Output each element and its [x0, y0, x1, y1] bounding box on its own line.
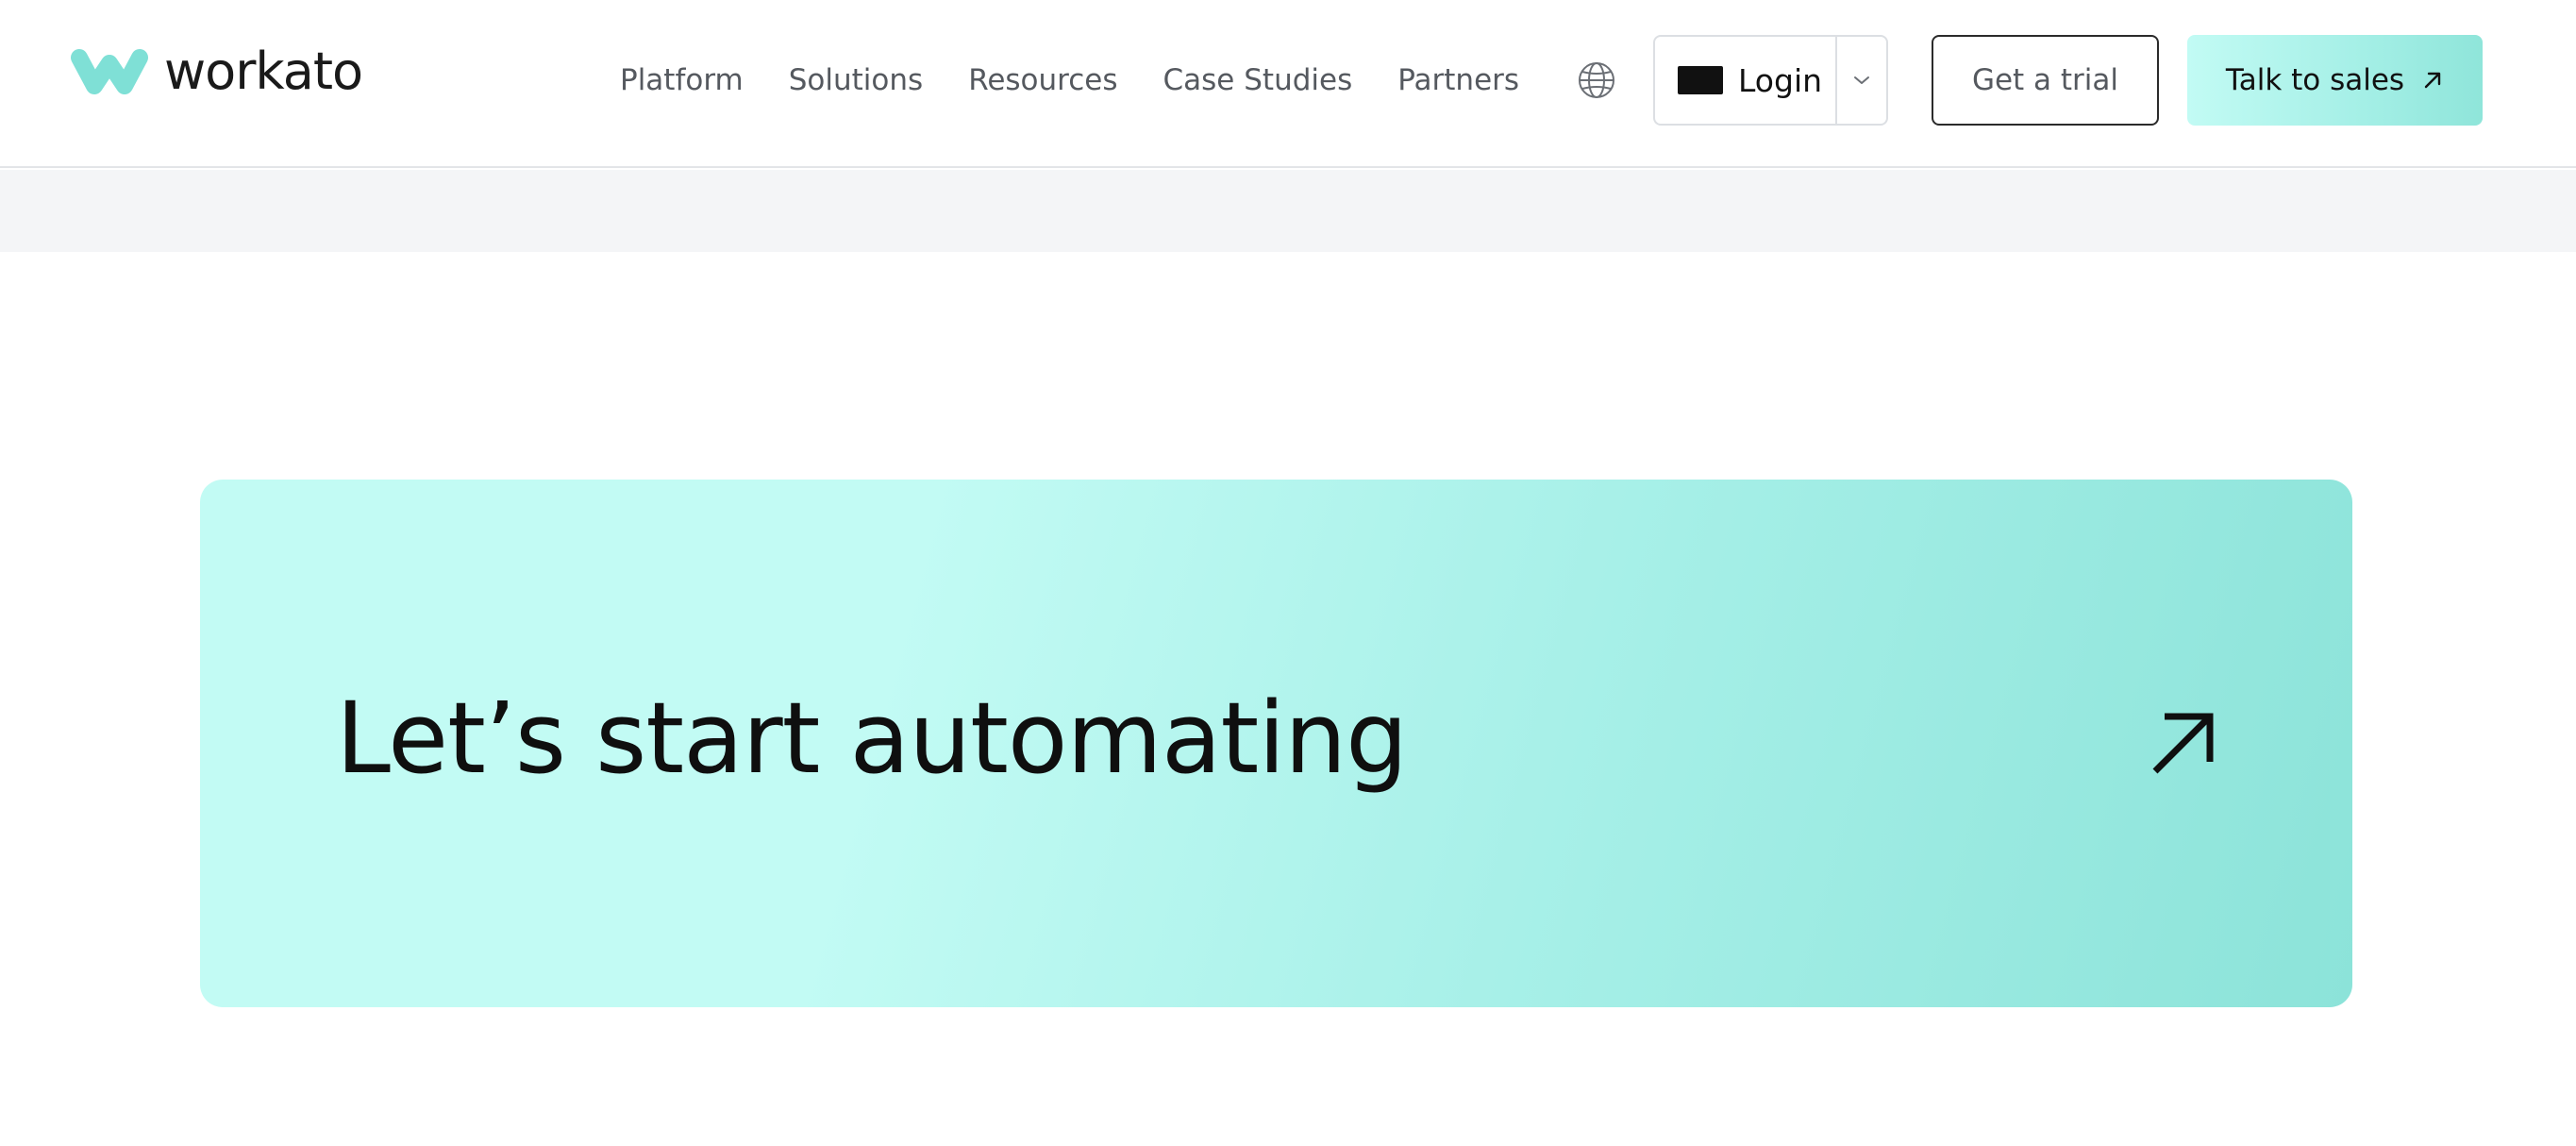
chevron-down-icon — [1854, 76, 1869, 84]
site-header: workato Platform Solutions Resources Cas… — [0, 0, 2576, 168]
cta-title: Let’s start automating — [336, 681, 1408, 796]
start-automating-cta[interactable]: Let’s start automating — [200, 480, 2352, 1007]
workato-logo[interactable]: workato — [70, 42, 363, 102]
login-button[interactable]: Login — [1655, 37, 1837, 124]
nav-solutions[interactable]: Solutions — [789, 63, 923, 97]
logo-wordmark: workato — [164, 42, 363, 101]
login-control: Login — [1653, 35, 1888, 126]
talk-to-sales-button[interactable]: Talk to sales — [2187, 35, 2483, 126]
login-label: Login — [1738, 61, 1823, 99]
globe-icon[interactable] — [1577, 60, 1616, 100]
talk-to-sales-label: Talk to sales — [2225, 63, 2405, 97]
workato-logo-icon — [71, 49, 148, 94]
nav-resources[interactable]: Resources — [968, 63, 1117, 97]
login-dropdown-toggle[interactable] — [1837, 37, 1886, 124]
nav-partners[interactable]: Partners — [1397, 63, 1519, 97]
main-nav: Platform Solutions Resources Case Studie… — [620, 59, 1519, 102]
arrow-up-right-icon — [2424, 72, 2441, 89]
flag-icon — [1678, 66, 1723, 94]
nav-platform[interactable]: Platform — [620, 63, 744, 97]
arrow-up-right-icon — [2152, 713, 2214, 774]
secondary-bar — [0, 170, 2576, 252]
nav-case-studies[interactable]: Case Studies — [1163, 63, 1353, 97]
get-trial-button[interactable]: Get a trial — [1932, 35, 2159, 126]
